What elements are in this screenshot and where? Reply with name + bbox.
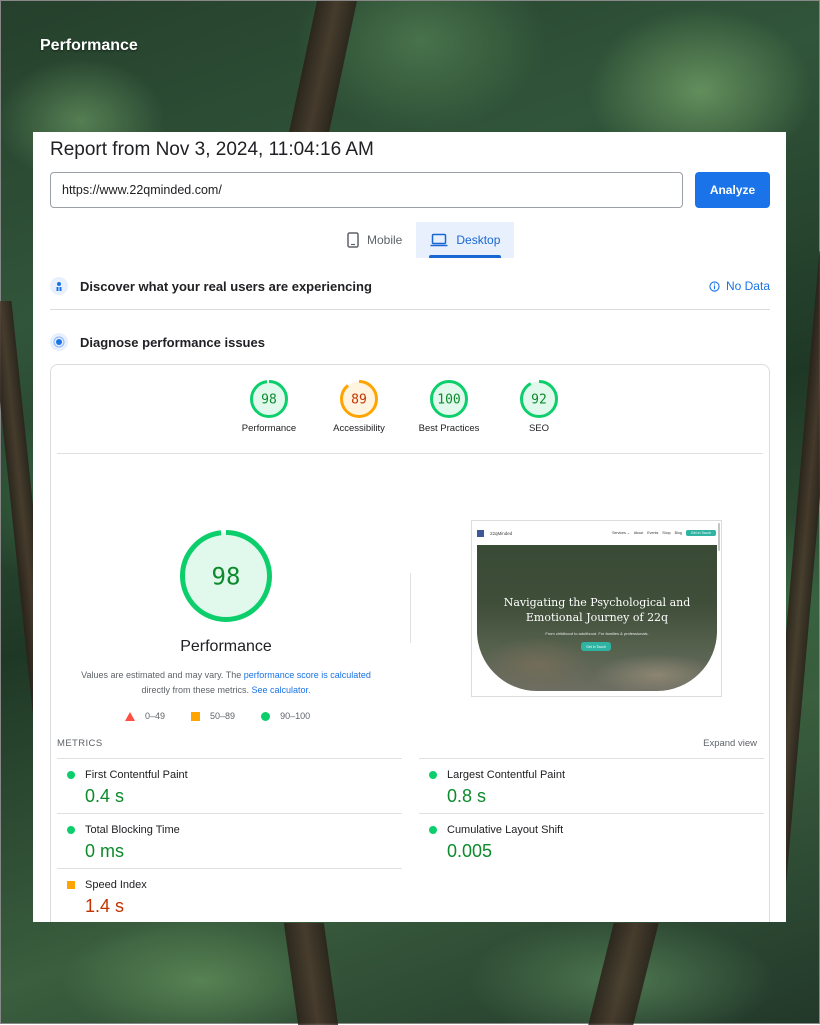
screenshot-scrollbar [718, 523, 720, 551]
gauge-value: 98 [261, 393, 277, 408]
metric-value: 1.4 s [85, 896, 125, 916]
laptop-icon [430, 233, 448, 247]
metric-cls: Cumulative Layout Shift 0.005 [419, 813, 764, 868]
report-title: Report from Nov 3, 2024, 11:04:16 AM [50, 139, 374, 160]
metric-name: Largest Contentful Paint [447, 769, 566, 781]
tab-mobile-label: Mobile [367, 233, 403, 247]
gauge-accessibility[interactable]: 89 Accessibility [314, 379, 404, 434]
screenshot-navbar: 22qMinded Services ⌄ About Events Shop B… [472, 521, 721, 545]
score-gauge: 98 [250, 380, 288, 418]
score-gauge: 89 [340, 380, 378, 418]
tab-desktop-label: Desktop [456, 233, 501, 247]
gauge-performance[interactable]: 98 Performance [224, 379, 314, 434]
gauge-label: Performance [241, 423, 297, 434]
no-data-label: No Data [725, 279, 770, 293]
card-divider [57, 453, 763, 454]
section-divider [50, 309, 770, 310]
metric-name: Speed Index [85, 879, 147, 891]
facebook-icon [477, 529, 484, 537]
legend-poor: 0–49 [125, 711, 165, 721]
legend-average: 50–89 [191, 711, 235, 721]
gauge-value: 100 [437, 393, 460, 408]
vertical-divider [410, 573, 411, 643]
metric-fcp: First Contentful Paint 0.4 s [57, 758, 402, 813]
note-prefix: Values are estimated and may vary. The [81, 670, 244, 680]
good-indicator-icon [67, 826, 75, 834]
screenshot-nav-links: Services ⌄ About Events Shop Blog Get in… [612, 530, 716, 536]
score-legend: 0–49 50–89 90–100 [125, 711, 310, 721]
report-panel: Report from Nov 3, 2024, 11:04:16 AM htt… [33, 132, 786, 922]
gauge-label: SEO [528, 423, 550, 434]
info-icon [709, 280, 720, 292]
diagnose-icon [50, 333, 68, 351]
screenshot-nav-item: About [633, 531, 644, 535]
gauge-label: Best Practices [418, 423, 480, 434]
diagnose-label: Diagnose performance issues [80, 334, 265, 350]
triangle-icon [125, 711, 135, 721]
url-input[interactable]: https://www.22qminded.com/ [50, 172, 683, 208]
metric-name: First Contentful Paint [85, 769, 188, 781]
average-indicator-icon [67, 881, 75, 889]
score-note: Values are estimated and may vary. The p… [71, 668, 381, 698]
screenshot-headline: Navigating the Psychological and Emotion… [503, 596, 691, 624]
score-calculated-link[interactable]: performance score is calculated [244, 670, 371, 680]
metric-value: 0 ms [85, 841, 125, 861]
gauge-seo[interactable]: 92 SEO [494, 379, 584, 434]
metrics-header: METRICS Expand view [57, 738, 757, 749]
score-gauge: 92 [520, 380, 558, 418]
screenshot-subtitle: From childhood to adulthood. For familie… [545, 631, 649, 636]
page-screenshot: 22qMinded Services ⌄ About Events Shop B… [471, 520, 722, 697]
screenshot-nav-item: Services ⌄ [612, 531, 630, 535]
screenshot-cta: Get in Touch [581, 642, 611, 651]
users-icon [50, 277, 68, 295]
square-icon [191, 711, 201, 721]
legend-good: 90–100 [261, 711, 310, 721]
good-indicator-icon [429, 826, 437, 834]
main-performance-gauge: 98 [180, 530, 272, 622]
see-calculator-link[interactable]: See calculator. [251, 685, 310, 695]
metric-tbt: Total Blocking Time 0 ms [57, 813, 402, 868]
tab-mobile[interactable]: Mobile [333, 222, 416, 258]
good-indicator-icon [67, 771, 75, 779]
tab-desktop[interactable]: Desktop [416, 222, 515, 258]
real-users-label: Discover what your real users are experi… [80, 278, 372, 294]
metric-lcp: Largest Contentful Paint 0.8 s [419, 758, 764, 813]
expand-view-button[interactable]: Expand view [703, 738, 757, 749]
metric-value: 0.005 [447, 841, 493, 861]
gauge-value: 89 [351, 393, 367, 408]
score-gauges: 98 Performance 89 Accessibility 100 Best… [51, 379, 769, 449]
metric-value: 0.8 s [447, 786, 487, 806]
gauge-value: 98 [212, 562, 241, 590]
device-tabs: Mobile Desktop [333, 222, 515, 258]
score-gauge: 100 [430, 380, 468, 418]
metric-value: 0.4 s [85, 786, 125, 806]
analyze-button[interactable]: Analyze [695, 172, 770, 208]
legend-average-label: 50–89 [210, 711, 236, 721]
screenshot-hero: Navigating the Psychological and Emotion… [477, 545, 717, 691]
note-middle: directly from these metrics. [141, 685, 252, 695]
app-title: Performance [40, 37, 138, 54]
gauge-value: 92 [531, 393, 547, 408]
phone-icon [347, 232, 359, 248]
screenshot-brand: 22qMinded [490, 530, 513, 536]
gauge-best-practices[interactable]: 100 Best Practices [404, 379, 494, 434]
good-indicator-icon [429, 771, 437, 779]
gauge-label: Accessibility [333, 423, 385, 434]
legend-poor-label: 0–49 [145, 711, 166, 721]
metric-name: Total Blocking Time [85, 824, 180, 836]
screenshot-nav-item: Blog [674, 531, 682, 535]
screenshot-nav-item: Events [647, 531, 659, 535]
diagnostics-card: 98 Performance 89 Accessibility 100 Best… [50, 364, 770, 922]
metric-name: Cumulative Layout Shift [447, 824, 564, 836]
screenshot-nav-item: Shop [662, 531, 671, 535]
legend-good-label: 90–100 [280, 711, 311, 721]
metric-speed-index: Speed Index 1.4 s [57, 868, 402, 922]
diagnose-section: Diagnose performance issues [50, 324, 770, 360]
no-data-indicator[interactable]: No Data [709, 279, 770, 293]
screenshot-nav-button: Get in Touch [685, 530, 716, 536]
circle-icon [261, 711, 271, 721]
metrics-title: METRICS [57, 738, 103, 749]
real-users-section[interactable]: Discover what your real users are experi… [50, 268, 770, 304]
main-score-label: Performance [180, 638, 272, 655]
